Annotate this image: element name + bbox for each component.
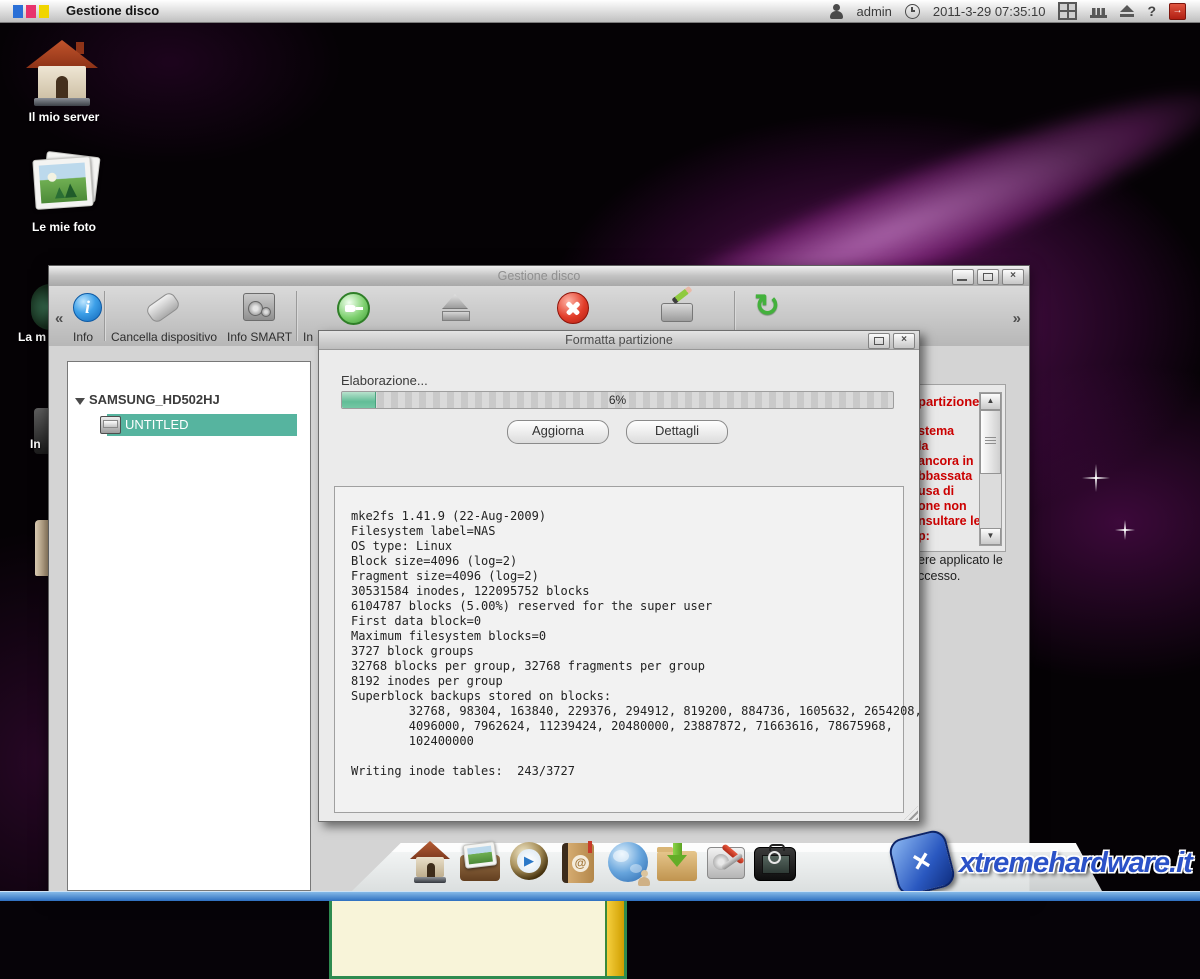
format-partition-dialog: Formatta partizione × Elaborazione... 6%… <box>318 330 920 822</box>
info-icon: i <box>73 293 102 322</box>
scrollbar-thumb[interactable] <box>980 410 1001 474</box>
mke2fs-console-output: mke2fs 1.41.9 (22-Aug-2009) Filesystem l… <box>335 487 903 779</box>
tree-item-partition-selected[interactable]: UNTITLED <box>125 417 189 432</box>
progress-status-label: Elaborazione... <box>341 373 428 388</box>
plug-icon <box>337 292 370 325</box>
scroll-down-icon[interactable]: ▼ <box>980 528 1001 545</box>
window-title: Gestione disco <box>49 269 1029 283</box>
taskbar-app-title: Gestione disco <box>66 3 159 18</box>
maximize-button[interactable] <box>977 269 999 285</box>
dock-icon-photos[interactable] <box>458 839 502 887</box>
desktop-icon-my-server[interactable] <box>26 40 102 110</box>
desktop-icon-label-partial[interactable]: La m <box>18 330 50 344</box>
eject-icon <box>442 294 468 309</box>
info-panel-scrollbar[interactable]: ▲ ▼ <box>979 392 1002 546</box>
toolbar-label: Info SMART <box>227 330 292 344</box>
dock-icon-address-book[interactable]: @ <box>556 839 600 887</box>
brand-logo-square <box>39 5 49 18</box>
dialog-titlebar[interactable]: Formatta partizione × <box>319 331 919 350</box>
dock-icon-disk-utility[interactable] <box>704 839 748 887</box>
taskbar-datetime[interactable]: 2011-3-29 07:35:10 <box>933 4 1046 19</box>
desktop-icon-my-photos[interactable] <box>30 150 100 216</box>
sparkle-decoration <box>1115 520 1135 540</box>
toolbar-button-delete[interactable] <box>557 292 589 324</box>
refresh-button[interactable]: Aggiorna <box>507 420 609 444</box>
minimize-button[interactable] <box>952 269 974 285</box>
photos-icon <box>32 156 93 210</box>
toolbar-label: Cancella dispositivo <box>111 330 217 344</box>
toolbar-scroll-left-icon[interactable]: « <box>55 310 63 327</box>
house-icon <box>26 40 98 68</box>
close-button[interactable]: × <box>1002 269 1024 285</box>
dock-icon-toolbox[interactable] <box>752 839 796 887</box>
desktop-icon-label[interactable]: Il mio server <box>0 110 128 124</box>
logged-in-user[interactable]: admin <box>856 4 891 19</box>
toolbar-button-edit-partition[interactable] <box>661 294 693 322</box>
toolbar-scroll-right-icon[interactable]: » <box>1013 310 1021 327</box>
background-tasks-icon[interactable] <box>1090 5 1107 18</box>
logout-icon[interactable]: → <box>1169 3 1186 20</box>
user-icon <box>830 4 843 19</box>
house-door <box>56 76 68 100</box>
pencil-icon <box>671 286 692 304</box>
window-grid-icon[interactable] <box>1058 2 1077 20</box>
hard-disk-icon <box>661 303 693 322</box>
eraser-icon <box>144 291 181 325</box>
dock-icon-download[interactable] <box>655 839 699 887</box>
toolbar-label: In <box>303 330 313 344</box>
details-button[interactable]: Dettagli <box>626 420 728 444</box>
console-output-panel: mke2fs 1.41.9 (22-Aug-2009) Filesystem l… <box>334 486 904 813</box>
watermark: × xtremehardware.it <box>893 834 1192 892</box>
toolbar-separator <box>104 291 105 341</box>
toolbar-label: Info <box>73 330 93 344</box>
dock-icon-media-player[interactable]: ▶ <box>507 839 551 887</box>
eject-icon[interactable] <box>1120 5 1134 17</box>
house-icon <box>34 98 90 106</box>
dialog-maximize-button[interactable] <box>868 333 890 349</box>
brand-logo-square <box>13 5 23 18</box>
tree-item-device[interactable]: SAMSUNG_HD502HJ <box>89 392 220 407</box>
resize-grip[interactable] <box>904 806 918 820</box>
progress-percent-label: 6% <box>342 393 893 407</box>
partition-note-text: ere applicato le ccesso. <box>918 552 1006 584</box>
desktop-icon-label[interactable]: Le mie foto <box>0 220 128 234</box>
toolbar-button-eject[interactable] <box>441 294 469 320</box>
help-icon[interactable]: ? <box>1147 3 1156 19</box>
scroll-up-icon[interactable]: ▲ <box>980 393 1001 410</box>
toolbar-button-refresh[interactable]: ↻ <box>754 288 780 324</box>
partition-disk-icon <box>100 416 121 434</box>
dock-icon-home[interactable] <box>408 839 452 887</box>
desktop-icon-label-partial[interactable]: In <box>30 437 50 451</box>
toolbar-separator <box>296 291 297 341</box>
dialog-close-button[interactable]: × <box>893 333 915 349</box>
dialog-title: Formatta partizione <box>319 333 919 347</box>
watermark-text: xtremehardware.it <box>959 847 1192 880</box>
window-titlebar[interactable]: Gestione disco × <box>49 266 1029 287</box>
dock-icon-web[interactable] <box>606 839 650 887</box>
usage-bar <box>605 900 624 976</box>
tree-expand-icon[interactable] <box>75 398 85 405</box>
sparkle-decoration <box>1082 464 1110 492</box>
format-progress-bar: 6% <box>341 391 894 409</box>
hard-disk-icon <box>243 293 275 321</box>
eject-icon <box>442 311 470 321</box>
device-tree-panel: SAMSUNG_HD502HJ UNTITLED <box>67 361 311 891</box>
volume-usage-panel <box>329 897 627 979</box>
watermark-x-logo: × <box>887 828 957 898</box>
brand-logo-square <box>26 5 36 18</box>
top-taskbar: Gestione disco admin 2011-3-29 07:35:10 … <box>0 0 1200 23</box>
clock-icon <box>905 4 920 19</box>
